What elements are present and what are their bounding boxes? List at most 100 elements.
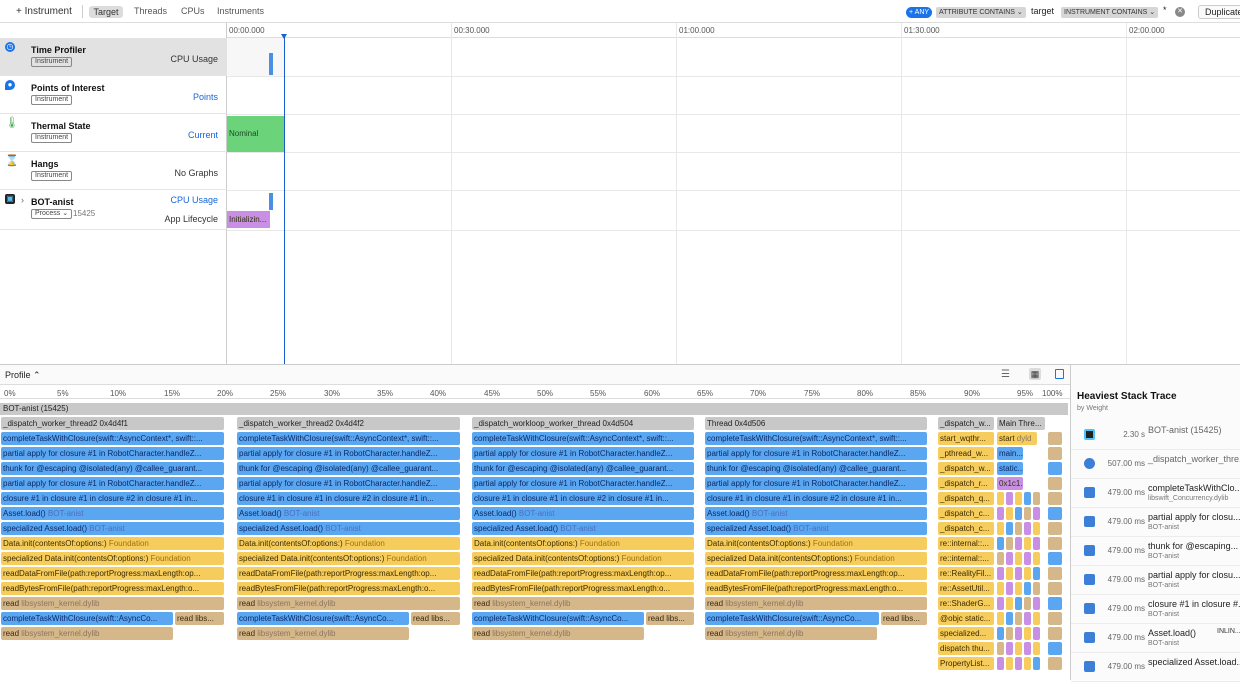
flame-frame-sliver[interactable] — [1015, 642, 1022, 655]
flame-frame[interactable]: start dyld — [997, 432, 1037, 445]
thread-frame[interactable]: _dispatch_w... — [938, 417, 994, 430]
playhead-marker-icon[interactable] — [281, 34, 287, 39]
stack-trace-row[interactable]: 479.00 ms thunk for @escaping... BOT-anist — [1071, 537, 1240, 566]
flame-frame-sliver[interactable] — [997, 657, 1004, 670]
flame-frame[interactable]: thunk for @escaping @isolated(any) @call… — [1, 462, 224, 475]
stack-trace-row[interactable]: 479.00 ms specialized Asset.load... — [1071, 653, 1240, 682]
flame-frame[interactable]: specialized Data.init(contentsOf:options… — [1, 552, 224, 565]
thread-frame[interactable]: _dispatch_worker_thread2 0x4d4f2 — [237, 417, 460, 430]
flame-frame[interactable]: readBytesFromFile(path:reportProgress:ma… — [1, 582, 224, 595]
flame-frame-sliver[interactable] — [1015, 612, 1022, 625]
flame-frame-sliver[interactable] — [997, 507, 1004, 520]
flame-frame[interactable]: re::ShaderG... — [938, 597, 994, 610]
flame-frame[interactable]: main... — [997, 447, 1023, 460]
flame-frame[interactable]: read libsystem_kernel.dylib — [1, 597, 224, 610]
flame-frame-sliver[interactable] — [1033, 627, 1040, 640]
stack-trace-row[interactable]: 479.00 ms closure #1 in closure #... BOT-a… — [1071, 595, 1240, 624]
flame-frame-sliver[interactable] — [997, 492, 1004, 505]
thread-frame[interactable]: _dispatch_worker_thread2 0x4d4f1 — [1, 417, 224, 430]
flame-frame[interactable]: @objc static... — [938, 612, 994, 625]
track-graph-label[interactable]: Current — [188, 130, 218, 140]
flame-frame[interactable]: completeTaskWithClosure(swift::AsyncCo..… — [1, 612, 173, 625]
flame-frame-sliver[interactable] — [1006, 507, 1013, 520]
flame-frame-sliver[interactable] — [1015, 537, 1022, 550]
flame-frame[interactable]: completeTaskWithClosure(swift::AsyncCont… — [472, 432, 694, 445]
flame-frame[interactable]: Asset.load() BOT-anist — [472, 507, 694, 520]
flame-frame-sliver[interactable] — [1015, 597, 1022, 610]
flame-frame-sliver[interactable] — [997, 612, 1004, 625]
thread-frame[interactable]: _dispatch_workloop_worker_thread 0x4d504 — [472, 417, 694, 430]
profile-selector[interactable]: Profile ⌃ — [5, 370, 41, 381]
flame-frame-sliver[interactable] — [1024, 642, 1031, 655]
flame-frame[interactable]: thunk for @escaping @isolated(any) @call… — [472, 462, 694, 475]
flame-frame-sliver[interactable] — [1006, 627, 1013, 640]
thread-frame[interactable]: Thread 0x4d506 — [705, 417, 927, 430]
flame-frame[interactable]: thunk for @escaping @isolated(any) @call… — [237, 462, 460, 475]
flame-frame[interactable]: re::internal::... — [938, 537, 994, 550]
track-bot-anist[interactable]: ▣ › BOT-anist Process ⌄ 15425 CPU Usage … — [0, 190, 227, 230]
flame-frame-sliver[interactable] — [997, 552, 1004, 565]
disclosure-chevron-icon[interactable]: › — [21, 195, 24, 205]
filter-attribute-token[interactable]: ATTRIBUTE CONTAINS ⌄ — [936, 7, 1026, 18]
flame-frame[interactable]: _dispatch_r... — [938, 477, 994, 490]
stack-trace-row[interactable]: 479.00 ms partial apply for closu... BOT-a… — [1071, 566, 1240, 595]
flame-frame-sliver[interactable] — [1024, 522, 1031, 535]
flame-graph[interactable]: _dispatch_worker_thread2 0x4d4f1 complete… — [0, 417, 1070, 680]
filter-star-text[interactable]: * — [1163, 5, 1167, 15]
flame-frame-sliver[interactable] — [1015, 657, 1022, 670]
flame-frame-sliver[interactable] — [1048, 522, 1062, 535]
track-points-of-interest[interactable]: ● Points of Interest Instrument Points — [0, 76, 227, 114]
flame-frame[interactable]: _dispatch_q... — [938, 492, 994, 505]
flame-frame-sliver[interactable] — [997, 567, 1004, 580]
flame-frame-sliver[interactable] — [997, 627, 1004, 640]
flame-frame[interactable]: readDataFromFile(path:reportProgress:max… — [237, 567, 460, 580]
flame-frame[interactable]: partial apply for closure #1 in RobotCha… — [705, 447, 927, 460]
flame-frame[interactable]: static... — [997, 462, 1023, 475]
flame-frame[interactable]: completeTaskWithClosure(swift::AsyncCo..… — [705, 612, 879, 625]
flame-frame[interactable]: completeTaskWithClosure(swift::AsyncCo..… — [472, 612, 644, 625]
flame-frame-sliver[interactable] — [1015, 582, 1022, 595]
filter-target-text[interactable]: target — [1031, 6, 1054, 16]
flame-frame[interactable]: read libsystem_kernel.dylib — [472, 597, 694, 610]
flame-frame-sliver[interactable] — [1015, 567, 1022, 580]
flame-frame[interactable]: Asset.load() BOT-anist — [237, 507, 460, 520]
filter-any-token[interactable]: + ANY — [906, 7, 933, 18]
flame-frame-sliver[interactable] — [1006, 612, 1013, 625]
flame-frame[interactable]: readBytesFromFile(path:reportProgress:ma… — [237, 582, 460, 595]
flame-frame-sliver[interactable] — [1048, 447, 1062, 460]
timeline-graph[interactable]: 00:00.000 00:30.000 01:00.000 01:30.000 … — [227, 23, 1240, 364]
flame-frame-sliver[interactable] — [1015, 492, 1022, 505]
flame-frame-sliver[interactable] — [1024, 597, 1031, 610]
filter-instrument-token[interactable]: INSTRUMENT CONTAINS ⌄ — [1061, 7, 1159, 18]
flame-frame-sliver[interactable] — [1024, 567, 1031, 580]
flame-frame[interactable]: partial apply for closure #1 in RobotCha… — [472, 447, 694, 460]
tab-instruments[interactable]: Instruments — [217, 6, 264, 16]
flame-frame[interactable]: partial apply for closure #1 in RobotCha… — [1, 477, 224, 490]
flame-frame-sliver[interactable] — [1006, 642, 1013, 655]
flame-frame[interactable]: readDataFromFile(path:reportProgress:max… — [1, 567, 224, 580]
flame-frame-sliver[interactable] — [1024, 612, 1031, 625]
flame-frame-sliver[interactable] — [1033, 582, 1040, 595]
flame-frame-sliver[interactable] — [1033, 552, 1040, 565]
flame-frame-sliver[interactable] — [1033, 522, 1040, 535]
tab-cpus[interactable]: CPUs — [181, 6, 205, 16]
flame-frame-sliver[interactable] — [1048, 642, 1062, 655]
flame-frame[interactable]: Data.init(contentsOf:options:) Foundatio… — [237, 537, 460, 550]
stack-trace-row[interactable]: 479.00 ms completeTaskWithClo... libswift_… — [1071, 479, 1240, 508]
flame-frame-sliver[interactable] — [1006, 597, 1013, 610]
flame-frame-sliver[interactable] — [1015, 552, 1022, 565]
flame-frame-sliver[interactable] — [1048, 432, 1062, 445]
flame-frame[interactable]: specialized Asset.load() BOT-anist — [237, 522, 460, 535]
flame-frame-sliver[interactable] — [1048, 462, 1062, 475]
flame-frame[interactable]: 0x1c1... — [997, 477, 1023, 490]
flame-frame[interactable]: read libsystem_kernel.dylib — [705, 597, 927, 610]
track-hangs[interactable]: ⌛ Hangs Instrument No Graphs — [0, 152, 227, 190]
flame-frame-sliver[interactable] — [1048, 567, 1062, 580]
flame-frame-sliver[interactable] — [1048, 582, 1062, 595]
flame-frame[interactable]: re::AssetUtil... — [938, 582, 994, 595]
flame-frame-sliver[interactable] — [1048, 477, 1062, 490]
flame-frame-sliver[interactable] — [1033, 597, 1040, 610]
flame-frame-sliver[interactable] — [1024, 582, 1031, 595]
flame-frame-sliver[interactable] — [1048, 552, 1062, 565]
flame-frame[interactable]: partial apply for closure #1 in RobotCha… — [1, 447, 224, 460]
